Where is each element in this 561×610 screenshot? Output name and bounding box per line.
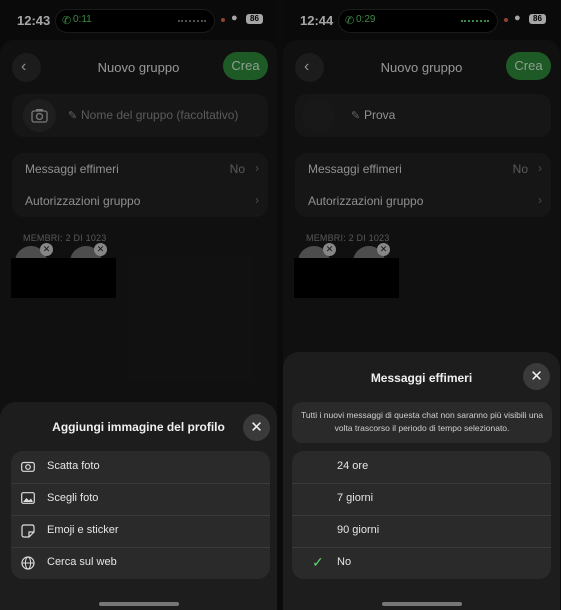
globe-icon (21, 556, 35, 570)
close-icon: ✕ (530, 368, 543, 385)
option-label: No (337, 556, 352, 568)
option-search-web[interactable]: Cerca sul web (11, 547, 270, 579)
close-button[interactable]: ✕ (243, 414, 270, 441)
option-7-days[interactable]: 7 giorni (292, 483, 551, 516)
sticker-icon (21, 524, 35, 538)
profile-image-sheet: Aggiungi immagine del profilo ✕ Scatta f… (0, 402, 277, 610)
option-emoji-sticker[interactable]: Emoji e sticker (11, 515, 270, 548)
option-label: Cerca sul web (47, 556, 117, 568)
camera-icon (21, 460, 35, 474)
option-label: Emoji e sticker (47, 524, 119, 536)
home-indicator (382, 602, 462, 606)
option-label: Scegli foto (47, 492, 99, 504)
option-label: 7 giorni (337, 492, 374, 504)
phone-screen-left: 12:43 ✆ 0:11 ● 86 ‹ Nuovo gruppo Crea ✎ … (0, 0, 277, 610)
image-icon (21, 492, 35, 506)
option-label: Scatta foto (47, 460, 100, 472)
option-take-photo[interactable]: Scatta foto (11, 451, 270, 484)
close-icon: ✕ (250, 419, 263, 436)
option-off[interactable]: ✓ No (292, 547, 551, 579)
options-card: Scatta foto Scegli foto Emoji e sticker … (11, 451, 270, 579)
home-indicator (99, 602, 179, 606)
checkmark-icon: ✓ (312, 554, 324, 570)
option-choose-photo[interactable]: Scegli foto (11, 483, 270, 516)
option-label: 24 ore (337, 460, 369, 472)
sheet-title: Messaggi effimeri (370, 371, 473, 385)
option-label: 90 giorni (337, 524, 380, 536)
timer-options-card: 24 ore 7 giorni 90 giorni ✓ No (292, 451, 551, 579)
close-button[interactable]: ✕ (523, 363, 550, 390)
sheet-title: Aggiungi immagine del profilo (52, 420, 225, 434)
option-24-hours[interactable]: 24 ore (292, 451, 551, 484)
phone-screen-right: 12:44 ✆ 0:29 ● 86 ‹ Nuovo gruppo Crea ✎ … (283, 0, 560, 610)
disappearing-messages-sheet: Messaggi effimeri ✕ Tutti i nuovi messag… (283, 352, 560, 610)
sheet-description: Tutti i nuovi messaggi di questa chat no… (292, 402, 552, 443)
option-90-days[interactable]: 90 giorni (292, 515, 551, 548)
